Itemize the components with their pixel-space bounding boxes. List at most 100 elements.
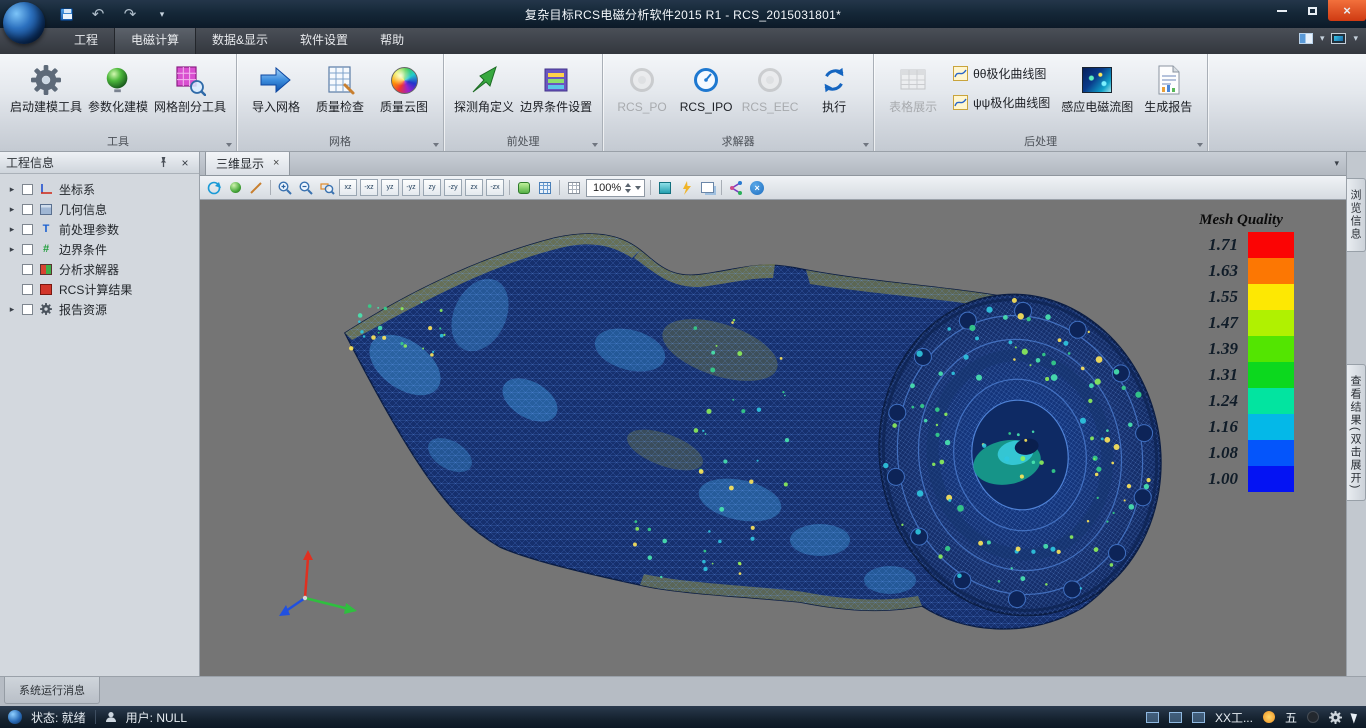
- layout-toggle-icon[interactable]: [1299, 33, 1313, 44]
- solver-rcs-ipo-button[interactable]: RCS_IPO: [674, 59, 738, 116]
- taskbar-label[interactable]: XX工...: [1215, 709, 1253, 726]
- save-button[interactable]: [56, 5, 76, 23]
- group-dialog-caret[interactable]: [1197, 143, 1203, 147]
- expander-icon[interactable]: [7, 184, 17, 195]
- redo-icon: ↷: [124, 7, 137, 22]
- undo-button[interactable]: ↶: [88, 5, 108, 23]
- gear-icon[interactable]: [1329, 711, 1342, 724]
- pin-icon[interactable]: [155, 156, 171, 170]
- tree-item-geometry-info[interactable]: 几何信息: [0, 199, 199, 219]
- view-zx-button[interactable]: zx: [465, 179, 483, 196]
- chevron-down-icon[interactable]: ▾: [1353, 34, 1358, 43]
- chevron-down-icon[interactable]: ▾: [1320, 34, 1325, 43]
- view-xz-button[interactable]: xz: [339, 179, 357, 196]
- expander-icon[interactable]: [7, 244, 17, 255]
- window-layout-button[interactable]: [698, 179, 716, 197]
- panel-close-icon[interactable]: ×: [177, 157, 193, 169]
- menu-tab-help[interactable]: 帮助: [364, 26, 420, 54]
- qat-dropdown-button[interactable]: ▾: [152, 5, 172, 23]
- view-neg-xz-button[interactable]: -xz: [360, 179, 378, 196]
- tree-checkbox[interactable]: [22, 284, 33, 295]
- paw-icon[interactable]: [1307, 711, 1319, 723]
- expander-icon[interactable]: [7, 304, 17, 315]
- quality-check-button[interactable]: 质量检查: [308, 59, 372, 116]
- launch-modeling-tool-button[interactable]: 启动建模工具: [7, 59, 85, 116]
- close-button[interactable]: ×: [1328, 0, 1366, 21]
- viewport-3d[interactable]: Mesh Quality 1.71 1.63 1.55 1.47 1.39 1.…: [200, 200, 1346, 676]
- highlight-mode-button[interactable]: [656, 179, 674, 197]
- shaded-view-button[interactable]: [515, 179, 533, 197]
- taskbar-window-icon[interactable]: [1146, 712, 1159, 723]
- group-dialog-caret[interactable]: [863, 143, 869, 147]
- orbit-rotate-button[interactable]: [205, 179, 223, 197]
- tab-close-icon[interactable]: ×: [273, 158, 279, 169]
- tree-checkbox[interactable]: [22, 204, 33, 215]
- view-yz-button[interactable]: yz: [381, 179, 399, 196]
- taskbar-window-icon[interactable]: [1192, 712, 1205, 723]
- parametric-modeling-button[interactable]: 参数化建模: [85, 59, 151, 116]
- zoom-in-button[interactable]: [276, 179, 294, 197]
- browse-info-tab[interactable]: 浏览信息: [1347, 178, 1366, 252]
- tree-item-analysis-solver[interactable]: 分析求解器: [0, 259, 199, 279]
- viewport-3d-scene[interactable]: [200, 200, 1346, 676]
- tree-item-boundary-conditions[interactable]: # 边界条件: [0, 239, 199, 259]
- display-settings-icon[interactable]: [1331, 33, 1346, 44]
- group-dialog-caret[interactable]: [592, 143, 598, 147]
- minimize-button[interactable]: [1266, 0, 1297, 21]
- zoom-out-button[interactable]: [297, 179, 315, 197]
- boundary-condition-button[interactable]: 边界条件设置: [517, 59, 595, 116]
- tabstrip-menu-caret[interactable]: ▾: [1334, 158, 1339, 169]
- view-results-tab[interactable]: 查看结果(双击展开): [1347, 364, 1366, 501]
- share-view-button[interactable]: [727, 179, 745, 197]
- theta-polarization-button[interactable]: θθ极化曲线图: [953, 65, 1050, 82]
- ime-indicator[interactable]: 五: [1285, 709, 1297, 726]
- system-messages-tab[interactable]: 系统运行消息: [4, 677, 100, 704]
- mesh-partition-tool-button[interactable]: 网格剖分工具: [151, 59, 229, 116]
- tree-checkbox[interactable]: [22, 224, 33, 235]
- maximize-button[interactable]: [1297, 0, 1328, 21]
- view-neg-zx-button[interactable]: -zx: [486, 179, 504, 196]
- group-dialog-caret[interactable]: [226, 143, 232, 147]
- app-logo-icon[interactable]: [3, 2, 45, 44]
- tree-item-coordinate-system[interactable]: 坐标系: [0, 179, 199, 199]
- zoom-spinner[interactable]: [625, 183, 631, 193]
- view-neg-zy-button[interactable]: -zy: [444, 179, 462, 196]
- pan-button[interactable]: [226, 179, 244, 197]
- grid-toggle-button[interactable]: [565, 179, 583, 197]
- tree-item-rcs-results[interactable]: RCS计算结果: [0, 279, 199, 299]
- solver-circle-icon: [757, 61, 783, 99]
- probe-angle-button[interactable]: 探测角定义: [451, 59, 517, 116]
- import-mesh-button[interactable]: 导入网格: [244, 59, 308, 116]
- tree-item-report-resources[interactable]: 报告资源: [0, 299, 199, 319]
- menu-tab-settings[interactable]: 软件设置: [284, 26, 364, 54]
- generate-report-button[interactable]: 生成报告: [1136, 59, 1200, 116]
- induced-current-map-button[interactable]: 感应电磁流图: [1058, 59, 1136, 116]
- psi-polarization-button[interactable]: ψψ极化曲线图: [953, 94, 1050, 111]
- chevron-down-icon[interactable]: [635, 186, 641, 190]
- tree-checkbox[interactable]: [22, 244, 33, 255]
- tree-checkbox[interactable]: [22, 304, 33, 315]
- group-dialog-caret[interactable]: [433, 143, 439, 147]
- tree-checkbox[interactable]: [22, 264, 33, 275]
- expander-icon[interactable]: [7, 224, 17, 235]
- tab-3d-display[interactable]: 三维显示 ×: [205, 150, 290, 175]
- quality-contour-button[interactable]: 质量云图: [372, 59, 436, 116]
- viewport-close-button[interactable]: ×: [748, 179, 766, 197]
- redo-button[interactable]: ↷: [120, 5, 140, 23]
- tree-checkbox[interactable]: [22, 184, 33, 195]
- menu-tab-data-display[interactable]: 数据&显示: [196, 26, 284, 54]
- wireframe-view-button[interactable]: [536, 179, 554, 197]
- menu-tab-project[interactable]: 工程: [58, 26, 114, 54]
- menu-tab-em-compute[interactable]: 电磁计算: [114, 25, 196, 54]
- tree-item-preprocess-params[interactable]: T 前处理参数: [0, 219, 199, 239]
- view-zy-button[interactable]: zy: [423, 179, 441, 196]
- zoom-window-button[interactable]: [318, 179, 336, 197]
- zoom-level-combo[interactable]: 100%: [586, 179, 645, 197]
- expander-icon[interactable]: [7, 204, 17, 215]
- light-toggle-button[interactable]: [677, 179, 695, 197]
- execute-button[interactable]: 执行: [802, 59, 866, 116]
- measure-button[interactable]: [247, 179, 265, 197]
- view-neg-yz-button[interactable]: -yz: [402, 179, 420, 196]
- weather-icon[interactable]: [1263, 711, 1275, 723]
- taskbar-window-icon[interactable]: [1169, 712, 1182, 723]
